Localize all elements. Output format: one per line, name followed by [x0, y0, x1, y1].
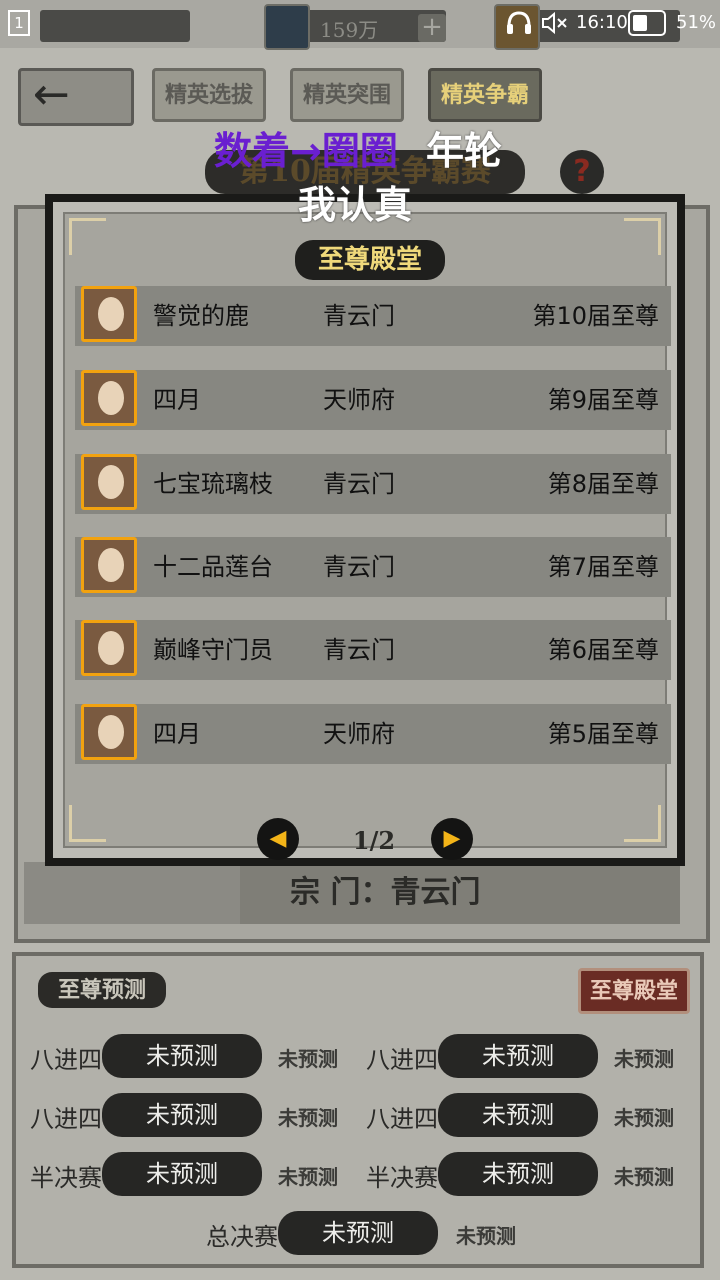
- clock: 16:10: [576, 12, 628, 33]
- next-page-button[interactable]: ▶: [431, 818, 473, 860]
- prediction-title: 至尊预测: [38, 972, 166, 1008]
- champion-row[interactable]: 十二品莲台 青云门 第7届至尊: [75, 537, 671, 597]
- champion-row[interactable]: 警觉的鹿 青云门 第10届至尊: [75, 286, 671, 346]
- watermark-text: 数着→圈圈: [214, 129, 398, 173]
- watermark-text: 我认真: [298, 183, 413, 227]
- tab-elite-championship[interactable]: 精英争霸: [428, 68, 542, 122]
- battery-icon: [628, 10, 666, 36]
- prediction-value: 未预测: [456, 1224, 516, 1248]
- champion-row[interactable]: 四月 天师府 第9届至尊: [75, 370, 671, 430]
- player-name: 警觉的鹿: [153, 302, 249, 330]
- avatar: [81, 537, 137, 593]
- prediction-slot[interactable]: 未预测: [438, 1034, 598, 1078]
- prediction-value: 未预测: [614, 1047, 674, 1071]
- prediction-value: 未预测: [614, 1106, 674, 1130]
- player-faction: 青云门: [323, 302, 395, 330]
- champion-title: 第9届至尊: [547, 386, 659, 414]
- player-faction: 青云门: [323, 553, 395, 581]
- champion-row[interactable]: 巅峰守门员 青云门 第6届至尊: [75, 620, 671, 680]
- prediction-value: 未预测: [278, 1165, 338, 1189]
- prediction-slot[interactable]: 未预测: [438, 1152, 598, 1196]
- corner-ornament: [624, 218, 661, 255]
- back-button[interactable]: ←: [18, 68, 134, 126]
- arrow-left-icon: ◀: [269, 826, 287, 851]
- dialog-frame: 至尊殿堂 警觉的鹿 青云门 第10届至尊 四月 天师府 第9届至尊 七宝琉璃枝 …: [53, 202, 677, 860]
- champion-title: 第6届至尊: [547, 636, 659, 664]
- avatar: [81, 286, 137, 342]
- player-name: 七宝琉璃枝: [153, 470, 273, 498]
- currency-value: 159万: [320, 18, 379, 42]
- headset-icon: [504, 10, 534, 43]
- player-name: 四月: [153, 720, 201, 748]
- resource-bar-left: [40, 10, 190, 42]
- tab-elite-breakout[interactable]: 精英突围: [290, 68, 404, 122]
- prev-page-button[interactable]: ◀: [257, 818, 299, 860]
- round-label: 八进四: [366, 1046, 438, 1074]
- avatar: [81, 454, 137, 510]
- prediction-value: 未预测: [278, 1047, 338, 1071]
- player-faction: 青云门: [323, 470, 395, 498]
- dialog-body: 至尊殿堂 警觉的鹿 青云门 第10届至尊 四月 天师府 第9届至尊 七宝琉璃枝 …: [63, 212, 671, 860]
- round-label: 八进四: [30, 1105, 102, 1133]
- player-name: 四月: [153, 386, 201, 414]
- dialog-title: 至尊殿堂: [295, 240, 445, 280]
- player-faction: 天师府: [323, 386, 395, 414]
- battery-percent: 51%: [676, 12, 717, 33]
- champion-title: 第8届至尊: [547, 470, 659, 498]
- prediction-value: 未预测: [614, 1165, 674, 1189]
- round-label: 总决赛: [206, 1223, 278, 1251]
- champion-row[interactable]: 七宝琉璃枝 青云门 第8届至尊: [75, 454, 671, 514]
- prediction-slot[interactable]: 未预测: [102, 1034, 262, 1078]
- prediction-value: 未预测: [278, 1106, 338, 1130]
- prediction-slot[interactable]: 未预测: [438, 1093, 598, 1137]
- round-label: 八进四: [30, 1046, 102, 1074]
- avatar: [81, 370, 137, 426]
- watermark-text: 年轮: [426, 129, 503, 173]
- champion-title: 第7届至尊: [547, 553, 659, 581]
- corner-ornament: [624, 805, 661, 842]
- help-icon[interactable]: ?: [560, 150, 604, 194]
- prediction-slot[interactable]: 未预测: [102, 1093, 262, 1137]
- player-name: 十二品莲台: [153, 553, 273, 581]
- round-label: 半决赛: [30, 1164, 102, 1192]
- avatar: [81, 620, 137, 676]
- prediction-slot[interactable]: 未预测: [278, 1211, 438, 1255]
- avatar: [81, 704, 137, 760]
- champion-title: 第5届至尊: [547, 720, 659, 748]
- prediction-slot[interactable]: 未预测: [102, 1152, 262, 1196]
- corner-ornament: [69, 218, 106, 255]
- round-label: 八进四: [366, 1105, 438, 1133]
- faction-label: 宗 门：青云门: [240, 862, 680, 924]
- back-arrow-icon: ←: [33, 69, 70, 120]
- status-bar: 1 2 159万 + 16:10 51%: [0, 0, 720, 50]
- champion-title: 第10届至尊: [532, 302, 659, 330]
- page-indicator: 1/2: [352, 826, 396, 855]
- player-faction: 青云门: [323, 636, 395, 664]
- arrow-right-icon: ▶: [443, 826, 461, 851]
- tab-elite-selection[interactable]: 精英选拔: [152, 68, 266, 122]
- hall-of-fame-dialog: 至尊殿堂 警觉的鹿 青云门 第10届至尊 四月 天师府 第9届至尊 七宝琉璃枝 …: [45, 194, 685, 866]
- gem-icon: [264, 4, 310, 50]
- champion-row[interactable]: 四月 天师府 第5届至尊: [75, 704, 671, 764]
- sim1-icon: 1: [8, 10, 30, 36]
- mute-icon: [540, 10, 570, 41]
- hall-of-fame-button[interactable]: 至尊殿堂: [578, 968, 690, 1014]
- player-faction: 天师府: [323, 720, 395, 748]
- add-currency-button[interactable]: +: [418, 14, 446, 42]
- player-name: 巅峰守门员: [153, 636, 273, 664]
- round-label: 半决赛: [366, 1164, 438, 1192]
- corner-ornament: [69, 805, 106, 842]
- character-art: [24, 862, 240, 924]
